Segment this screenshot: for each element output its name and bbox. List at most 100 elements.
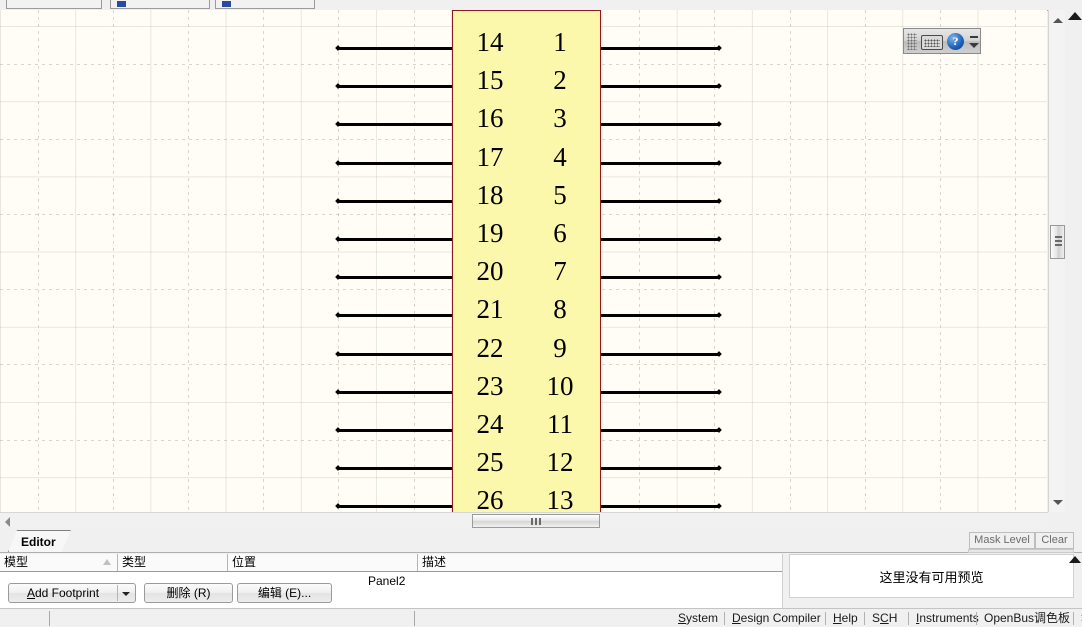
pin-wire-left-16[interactable]	[337, 123, 452, 127]
grid-line	[188, 10, 189, 512]
scroll-down-icon[interactable]	[1053, 500, 1063, 505]
delete-button[interactable]: 删除 (R)	[144, 583, 233, 603]
grid-line	[37, 10, 39, 512]
pin-node[interactable]	[716, 350, 722, 357]
document-icon	[222, 1, 231, 7]
floating-toolbar[interactable]: ?	[903, 28, 981, 54]
canvas-horizontal-scrollbar[interactable]	[0, 512, 1048, 529]
pin-wire-right-7[interactable]	[601, 276, 720, 280]
scroll-up-icon[interactable]	[1053, 18, 1063, 23]
pin-wire-right-10[interactable]	[601, 390, 720, 394]
add-footprint-button[interactable]: Add Footprint	[8, 583, 136, 603]
status-item-label: Design Compiler	[732, 611, 821, 625]
grid-line	[864, 10, 866, 512]
top-tab-1[interactable]	[6, 0, 102, 9]
preview-toolbar	[968, 549, 1074, 553]
chevron-down-icon[interactable]	[122, 592, 130, 596]
outer-vertical-scrollbar[interactable]	[1065, 10, 1082, 512]
status-item-[interactable]: >>	[1074, 609, 1082, 627]
pin-wire-right-13[interactable]	[601, 505, 720, 509]
pin-wire-right-3[interactable]	[601, 123, 720, 127]
pin-wire-right-8[interactable]	[601, 314, 720, 318]
horizontal-scroll-thumb[interactable]	[472, 514, 600, 528]
status-item-label: OpenBus调色板	[984, 611, 1071, 625]
drag-grip-icon[interactable]	[907, 33, 917, 50]
pin-number-label: 19	[476, 218, 504, 248]
pin-number-label: 20	[476, 256, 504, 287]
pin-number-label: 8	[553, 294, 567, 325]
pin-number-label: 5	[553, 179, 567, 210]
status-divider	[414, 611, 415, 626]
pin-wire-right-11[interactable]	[601, 429, 720, 432]
column-header-1[interactable]: 模型	[0, 554, 117, 571]
scroll-left-icon[interactable]	[5, 517, 10, 527]
vertical-scroll-thumb[interactable]	[1050, 225, 1065, 259]
pin-wire-left-25[interactable]	[337, 467, 452, 471]
mask-level-button[interactable]: Mask Level	[969, 532, 1035, 549]
pin-wire-left-26[interactable]	[337, 505, 452, 509]
column-header-3[interactable]: 位置	[227, 554, 417, 571]
scroll-up-icon[interactable]	[1068, 12, 1082, 20]
pin-node[interactable]	[716, 159, 722, 166]
help-icon[interactable]: ?	[947, 33, 964, 50]
pin-wire-right-12[interactable]	[601, 467, 720, 471]
column-header-2[interactable]: 类型	[117, 554, 227, 571]
pin-number-label: 3	[553, 103, 567, 134]
pin-number-label: 2	[553, 65, 567, 96]
status-item-sch[interactable]: SCH	[865, 609, 909, 627]
canvas-vertical-scrollbar[interactable]	[1048, 10, 1066, 512]
top-tab-2[interactable]	[110, 0, 210, 9]
status-item-help[interactable]: Help	[826, 609, 865, 627]
minimize-icon[interactable]	[970, 36, 978, 38]
pin-number-label: 23	[476, 370, 504, 401]
pin-wire-left-21[interactable]	[337, 314, 452, 318]
pin-wire-left-24[interactable]	[337, 429, 452, 432]
tab-editor[interactable]: Editor	[8, 530, 71, 552]
pin-wire-left-18[interactable]	[337, 199, 452, 203]
clear-button[interactable]: Clear	[1035, 532, 1074, 549]
pin-number-label: 26	[476, 485, 504, 512]
status-item-design-compiler[interactable]: Design Compiler	[725, 609, 826, 627]
preview-panel: 这里没有可用预览	[789, 554, 1074, 598]
grid-line	[789, 10, 791, 512]
grid-line	[263, 10, 265, 512]
chevron-down-icon[interactable]	[969, 43, 979, 48]
pin-wire-right-6[interactable]	[601, 238, 720, 241]
column-header-label: 类型	[122, 555, 147, 569]
pin-number-label: 25	[476, 447, 504, 478]
editor-tab-row: Editor	[0, 528, 1082, 554]
pin-wire-right-1[interactable]	[601, 47, 720, 50]
preview-collapse-icon[interactable]	[1069, 556, 1081, 563]
schematic-canvas[interactable]: 14 15 16 17 18 19 20 21 22 23 24 25 26 1 2 3 4 5 6 7 8 9 10 11 1…	[0, 10, 1047, 512]
keyboard-icon[interactable]	[921, 35, 943, 50]
sort-ascending-icon[interactable]	[103, 559, 111, 565]
pin-number-label: 9	[553, 332, 567, 363]
status-item-system[interactable]: System	[671, 609, 725, 627]
pin-number-label: 10	[546, 370, 574, 401]
pin-wire-left-17[interactable]	[337, 161, 452, 165]
pin-wire-right-4[interactable]	[601, 161, 720, 165]
preview-empty-text: 这里没有可用预览	[879, 569, 984, 585]
edit-button[interactable]: 编辑 (E)...	[237, 583, 332, 603]
pin-wire-right-5[interactable]	[601, 199, 720, 203]
pin-wire-left-14[interactable]	[337, 47, 452, 50]
column-header-4[interactable]: 描述	[417, 554, 782, 571]
status-item-openbus[interactable]: OpenBus调色板	[977, 609, 1074, 627]
pin-number-label: 24	[476, 409, 504, 439]
status-item-instruments[interactable]: Instruments	[909, 609, 979, 627]
pin-number-label: 14	[476, 27, 504, 57]
pin-wire-left-23[interactable]	[337, 390, 452, 394]
pin-wire-right-9[interactable]	[601, 352, 720, 356]
pin-number-label: 6	[553, 218, 567, 248]
pin-wire-left-22[interactable]	[337, 352, 452, 356]
top-tab-3[interactable]	[215, 0, 315, 9]
pin-wire-left-15[interactable]	[337, 85, 452, 89]
pin-node[interactable]	[716, 197, 722, 204]
pin-number-label: 1	[553, 27, 567, 57]
pin-node[interactable]	[716, 388, 722, 395]
pin-wire-right-2[interactable]	[601, 85, 720, 89]
status-item-label: Instruments	[916, 611, 979, 625]
document-icon	[117, 1, 126, 7]
pin-wire-left-19[interactable]	[337, 238, 452, 241]
pin-wire-left-20[interactable]	[337, 276, 452, 280]
